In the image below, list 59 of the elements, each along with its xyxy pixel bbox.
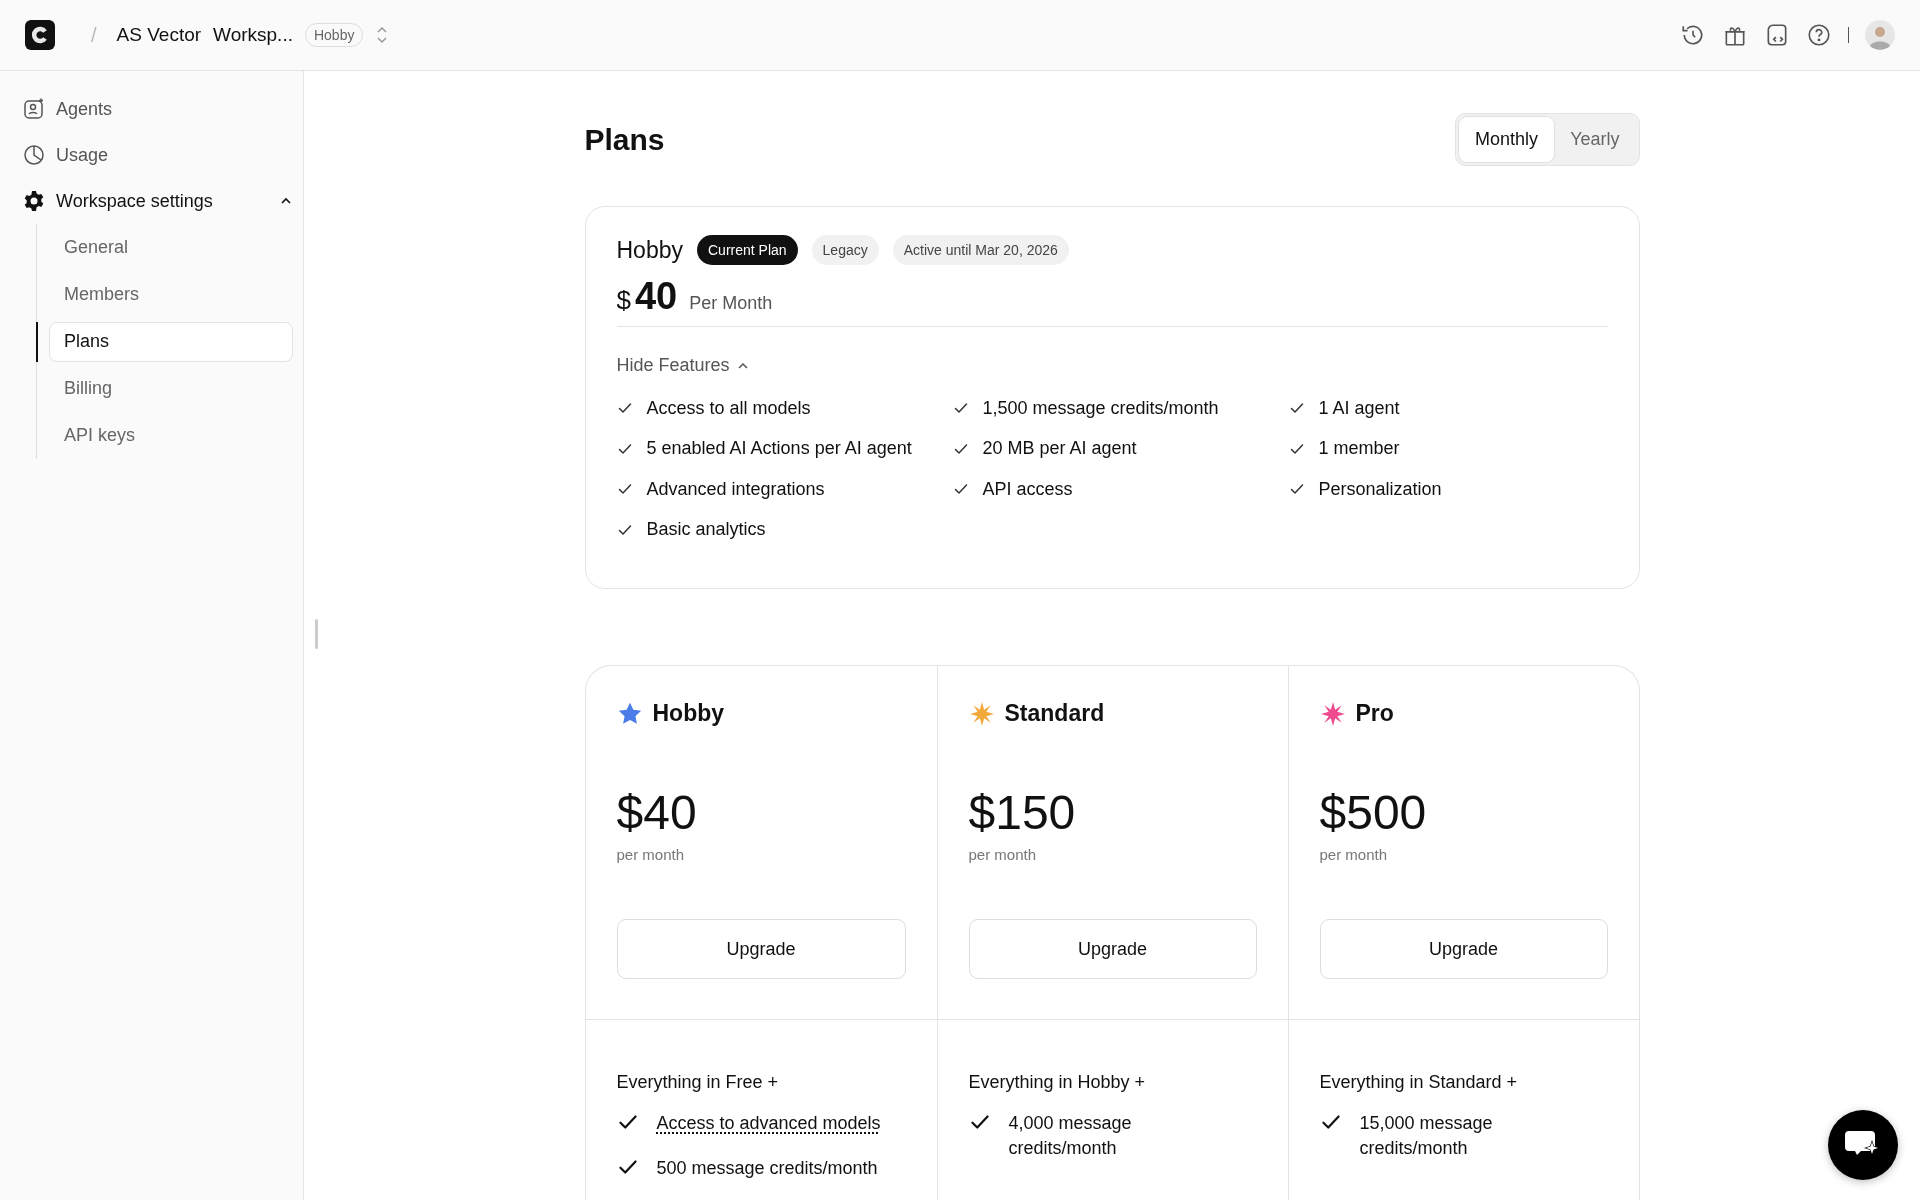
sidebar-subitem[interactable]: Billing [49, 368, 293, 409]
chat-button[interactable] [1828, 1110, 1898, 1180]
feature-text: 1,500 message credits/month [982, 397, 1219, 419]
workspace-owner[interactable]: AS Vector [116, 24, 202, 46]
feature-text: 1 member [1318, 438, 1400, 460]
includes-text: Everything in Free + [616, 1072, 780, 1093]
sidebar-subitem[interactable]: Plans [49, 321, 293, 362]
upgrade-button[interactable]: Upgrade [968, 919, 1257, 979]
price-period: per month [1319, 846, 1389, 863]
breadcrumb-separator: / [91, 23, 97, 47]
feature-text: API access [982, 478, 1073, 500]
settings-icon [22, 189, 46, 213]
feature-text: 4,000 message credits/month [1008, 1112, 1133, 1160]
upgrade-button[interactable]: Upgrade [1319, 919, 1608, 979]
feature-text: Basic analytics [646, 519, 766, 541]
plan-name: Hobby [616, 236, 683, 264]
app-logo[interactable] [25, 20, 55, 50]
sidebar-subitem[interactable]: API keys [49, 415, 293, 456]
feature-text: 15,000 message credits/month [1359, 1112, 1494, 1160]
feature-text: 1 AI agent [1318, 397, 1400, 419]
billing-period-tab[interactable]: Monthly [1459, 117, 1555, 162]
plan-badge: Current Plan [697, 235, 798, 265]
user-sparkle-icon [22, 97, 46, 121]
workspace-name[interactable]: Worksp... [213, 24, 293, 46]
includes-text: Everything in Standard + [1319, 1072, 1519, 1093]
plan-badge: Active until Mar 20, 2026 [892, 235, 1069, 265]
sidebar-item[interactable]: Agents [22, 86, 293, 132]
plan-price: $40 [616, 785, 698, 840]
price-period: per month [616, 846, 686, 863]
includes-text: Everything in Hobby + [968, 1072, 1147, 1093]
upgrade-button[interactable]: Upgrade [616, 919, 906, 979]
plan-name: Standard [1004, 700, 1105, 727]
feature-text: Access to all models [646, 397, 811, 419]
feature-text: 20 MB per AI agent [982, 438, 1137, 460]
help-icon[interactable] [1806, 22, 1832, 48]
pie-chart-icon [22, 143, 46, 167]
hide-features-button[interactable]: Hide Features [616, 355, 750, 376]
chevron-updown-icon[interactable] [375, 25, 390, 45]
currency-sign: $ [616, 285, 631, 316]
plan-price: $500 [1319, 785, 1428, 840]
feature-text: 5 enabled AI Actions per AI agent [646, 438, 912, 460]
page-title: Plans [584, 122, 665, 157]
feature-text: Personalization [1318, 478, 1442, 500]
price-period: per month [968, 846, 1038, 863]
resize-handle[interactable] [315, 619, 318, 649]
sidebar-item[interactable]: Workspace settings [22, 178, 293, 224]
plan-name: Hobby [652, 700, 725, 727]
feature-text: Advanced integrations [646, 478, 825, 500]
sidebar-item[interactable]: Usage [22, 132, 293, 178]
plan-price: $150 [968, 785, 1077, 840]
feature-text: Access to advanced models [656, 1112, 881, 1135]
price-period: Per Month [689, 293, 773, 314]
billing-period-tab[interactable]: Yearly [1554, 117, 1636, 162]
feature-text: 500 message credits/month [656, 1157, 878, 1180]
plan-name: Pro [1355, 700, 1394, 727]
plan-badge: Legacy [811, 235, 879, 265]
sidebar-subitem[interactable]: Members [49, 274, 293, 315]
plan-price: 40 [634, 275, 678, 318]
sidebar-subitem[interactable]: General [49, 227, 293, 268]
